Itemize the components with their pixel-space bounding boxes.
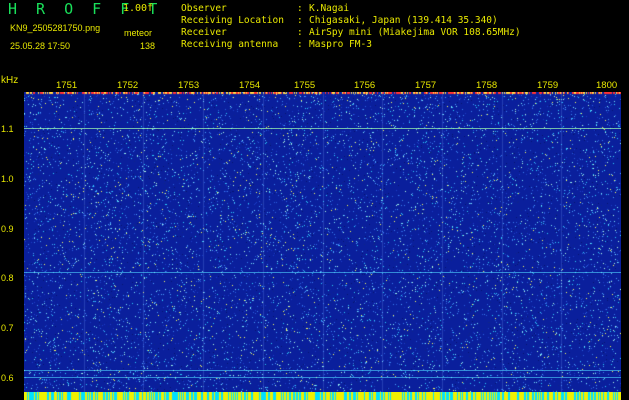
info-label: Receiving Location — [181, 15, 284, 26]
y-tick-label: 0.9 — [1, 224, 14, 234]
spectrogram-canvas — [24, 92, 621, 392]
spectrogram-plot — [24, 92, 621, 392]
file-name: KN9_2505281750.png — [10, 23, 101, 33]
y-tick-label: 1.1 — [1, 124, 14, 134]
x-tick-label: 1759 — [537, 80, 559, 91]
y-tick-label: 1.0 — [1, 174, 14, 184]
info-label: Observer — [181, 3, 227, 14]
x-tick-label: 1755 — [294, 80, 316, 91]
header-panel: H R O F F T 1.00f KN9_2505281750.png met… — [0, 0, 629, 72]
y-axis-unit: kHz — [1, 75, 19, 86]
info-value: Maspro FM-3 — [309, 39, 372, 50]
y-tick-label: 0.6 — [1, 373, 14, 383]
signal-level-bar — [24, 392, 621, 400]
x-tick-label: 1757 — [415, 80, 437, 91]
y-tick-label: 0.8 — [1, 273, 14, 283]
carrier-line — [24, 128, 621, 129]
x-tick-label: 1752 — [117, 80, 139, 91]
date-time: 25.05.28 17:50 — [10, 41, 71, 51]
info-row-location: Receiving Location: Chigasaki, Japan (139… — [181, 15, 498, 26]
info-row-observer: Observer: K.Nagai — [181, 3, 350, 14]
x-tick-label: 1751 — [56, 80, 78, 91]
x-tick-label: 1800 — [596, 80, 618, 91]
version-label: 1.00f — [123, 3, 154, 14]
x-tick-label: 1756 — [354, 80, 376, 91]
y-tick-label: 0.7 — [1, 323, 14, 333]
x-tick-label: 1754 — [239, 80, 261, 91]
info-row-receiver: Receiver: AirSpy mini (Miakejima VOR 108.… — [181, 27, 521, 38]
info-value: K.Nagai — [309, 3, 350, 14]
detection-count: 138 — [140, 41, 156, 51]
info-label: Receiving antenna — [181, 39, 279, 50]
x-tick-label: 1758 — [476, 80, 498, 91]
info-row-antenna: Receiving antenna: Maspro FM-3 — [181, 39, 372, 50]
info-label: Receiver — [181, 27, 227, 38]
reference-line — [24, 370, 621, 371]
info-value: AirSpy mini (Miakejima VOR 108.65MHz) — [309, 27, 521, 38]
x-tick-label: 1753 — [178, 80, 200, 91]
reference-line — [24, 377, 621, 378]
detection-label: meteor — [124, 28, 153, 38]
info-value: Chigasaki, Japan (139.414 35.340) — [309, 15, 498, 26]
reference-line — [24, 272, 621, 273]
